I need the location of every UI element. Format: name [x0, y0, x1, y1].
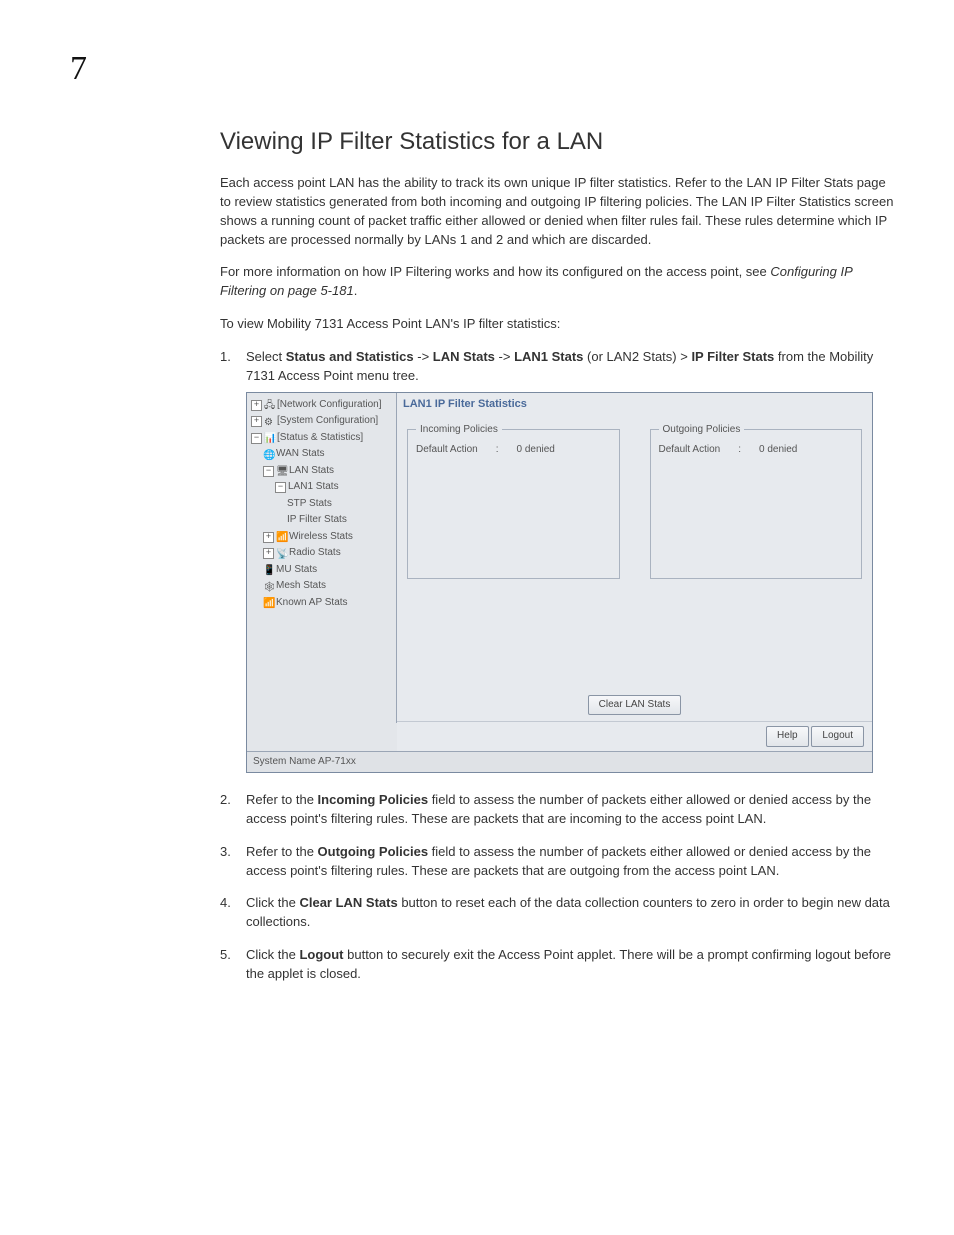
- tree-item-lan1-stats[interactable]: −LAN1 Stats: [251, 479, 396, 496]
- gear-icon: ⚙: [264, 416, 275, 425]
- tree-label: LAN Stats: [289, 465, 334, 476]
- incoming-legend: Incoming Policies: [416, 423, 502, 438]
- folder-icon: 🖧: [264, 399, 275, 408]
- text: Click the: [246, 947, 299, 962]
- mesh-icon: 🕸: [263, 581, 274, 590]
- lan-icon: 🖥: [276, 465, 287, 474]
- tree-label: STP Stats: [287, 498, 332, 509]
- text: ->: [414, 349, 433, 364]
- text: Select: [246, 349, 286, 364]
- intro-paragraph-3: To view Mobility 7131 Access Point LAN's…: [220, 315, 894, 334]
- logout-button[interactable]: Logout: [811, 726, 864, 747]
- text: Click the: [246, 895, 299, 910]
- step-1: 1. Select Status and Statistics -> LAN S…: [220, 348, 894, 773]
- expand-icon[interactable]: +: [263, 548, 274, 559]
- step-4: 4. Click the Clear LAN Stats button to r…: [220, 894, 894, 932]
- text: For more information on how IP Filtering…: [220, 264, 770, 279]
- radio-icon: 📡: [276, 548, 287, 557]
- outgoing-policies-group: Outgoing Policies Default Action : 0 den…: [650, 423, 863, 579]
- step-5: 5. Click the Logout button to securely e…: [220, 946, 894, 984]
- tree-label: IP Filter Stats: [287, 514, 347, 525]
- colon: :: [738, 443, 741, 458]
- ap-icon: 📶: [263, 597, 274, 606]
- tree-label: Mesh Stats: [276, 580, 326, 591]
- tree-label: [Network Configuration]: [277, 399, 382, 410]
- expand-icon[interactable]: +: [263, 532, 274, 543]
- expand-icon[interactable]: +: [251, 400, 262, 411]
- text: button to securely exit the Access Point…: [246, 947, 891, 981]
- tree-label: Radio Stats: [289, 547, 341, 558]
- chapter-number: 7: [70, 50, 894, 88]
- step-number: 3.: [220, 843, 231, 862]
- collapse-icon[interactable]: −: [251, 433, 262, 444]
- tree-item-system-config[interactable]: +⚙[System Configuration]: [251, 413, 396, 430]
- tree-item-wireless-stats[interactable]: +📶Wireless Stats: [251, 529, 396, 546]
- tree-label: LAN1 Stats: [288, 481, 339, 492]
- step-number: 5.: [220, 946, 231, 965]
- default-action-label: Default Action: [416, 443, 478, 458]
- clear-lan-stats-button[interactable]: Clear LAN Stats: [588, 695, 682, 716]
- tree-item-lan-stats[interactable]: −🖥LAN Stats: [251, 463, 396, 480]
- wireless-icon: 📶: [276, 531, 287, 540]
- tree-label: MU Stats: [276, 564, 317, 575]
- intro-paragraph-1: Each access point LAN has the ability to…: [220, 174, 894, 249]
- text: Refer to the: [246, 844, 318, 859]
- outgoing-value: 0 denied: [759, 443, 797, 458]
- field-name: Incoming Policies: [318, 792, 429, 807]
- page-title: Viewing IP Filter Statistics for a LAN: [220, 128, 894, 156]
- menu-path-part: IP Filter Stats: [691, 349, 774, 364]
- incoming-value: 0 denied: [517, 443, 555, 458]
- tree-item-radio-stats[interactable]: +📡Radio Stats: [251, 545, 396, 562]
- device-icon: 📱: [263, 564, 274, 573]
- collapse-icon[interactable]: −: [263, 466, 274, 477]
- text: (or LAN2 Stats) >: [583, 349, 691, 364]
- screenshot-main-panel: LAN1 IP Filter Statistics Incoming Polic…: [397, 393, 872, 751]
- button-name: Clear LAN Stats: [299, 895, 397, 910]
- panel-title: LAN1 IP Filter Statistics: [397, 393, 872, 417]
- tree-item-ip-filter-stats[interactable]: IP Filter Stats: [251, 512, 396, 529]
- tree-item-mu-stats[interactable]: 📱MU Stats: [251, 562, 396, 579]
- incoming-policies-group: Incoming Policies Default Action : 0 den…: [407, 423, 620, 579]
- tree-item-network-config[interactable]: +🖧[Network Configuration]: [251, 397, 396, 414]
- wan-icon: 🌐: [263, 449, 274, 458]
- chart-icon: 📊: [264, 432, 275, 441]
- tree-label: [System Configuration]: [277, 415, 378, 426]
- nav-tree: +🖧[Network Configuration] +⚙[System Conf…: [247, 393, 397, 723]
- text: Refer to the: [246, 792, 318, 807]
- button-name: Logout: [299, 947, 343, 962]
- menu-path-part: LAN Stats: [433, 349, 495, 364]
- step-number: 2.: [220, 791, 231, 810]
- text: .: [354, 283, 358, 298]
- help-button[interactable]: Help: [766, 726, 809, 747]
- tree-label: WAN Stats: [276, 448, 325, 459]
- text: ->: [495, 349, 514, 364]
- tree-item-mesh-stats[interactable]: 🕸Mesh Stats: [251, 578, 396, 595]
- colon: :: [496, 443, 499, 458]
- tree-item-stp-stats[interactable]: STP Stats: [251, 496, 396, 513]
- step-2: 2. Refer to the Incoming Policies field …: [220, 791, 894, 829]
- tree-label: Known AP Stats: [276, 597, 348, 608]
- collapse-icon[interactable]: −: [275, 482, 286, 493]
- step-3: 3. Refer to the Outgoing Policies field …: [220, 843, 894, 881]
- menu-path-part: LAN1 Stats: [514, 349, 583, 364]
- status-bar: System Name AP-71xx: [247, 751, 872, 773]
- tree-label: Wireless Stats: [289, 531, 353, 542]
- tree-item-known-ap-stats[interactable]: 📶Known AP Stats: [251, 595, 396, 612]
- intro-paragraph-2: For more information on how IP Filtering…: [220, 263, 894, 301]
- tree-label: [Status & Statistics]: [277, 432, 363, 443]
- embedded-screenshot: ◂▸ +🖧[Network Configuration] +⚙[System C…: [246, 392, 873, 773]
- menu-path-part: Status and Statistics: [286, 349, 414, 364]
- step-number: 4.: [220, 894, 231, 913]
- field-name: Outgoing Policies: [318, 844, 429, 859]
- step-number: 1.: [220, 348, 231, 367]
- outgoing-legend: Outgoing Policies: [659, 423, 745, 438]
- tree-item-status-stats[interactable]: −📊[Status & Statistics]: [251, 430, 396, 447]
- default-action-label: Default Action: [659, 443, 721, 458]
- expand-icon[interactable]: +: [251, 416, 262, 427]
- tree-item-wan-stats[interactable]: 🌐WAN Stats: [251, 446, 396, 463]
